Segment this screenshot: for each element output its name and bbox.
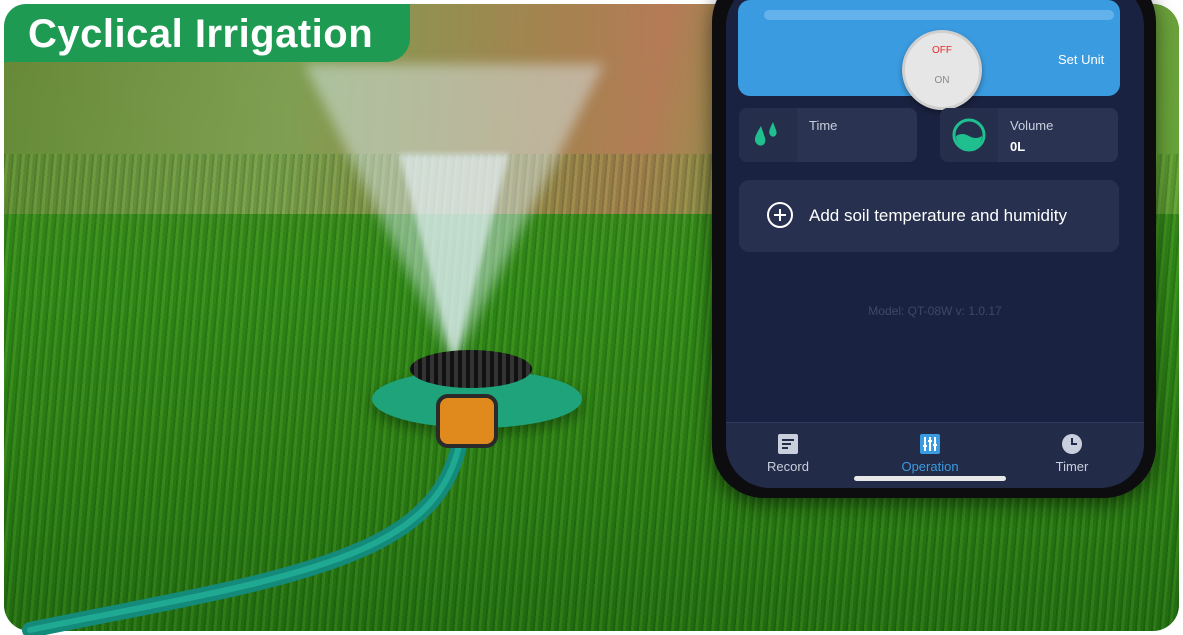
water-drops-icon xyxy=(739,108,797,162)
toggle-off-label: OFF xyxy=(932,45,952,56)
nav-item-timer[interactable]: Timer xyxy=(1022,433,1122,474)
operation-icon xyxy=(919,433,941,455)
nav-operation-label: Operation xyxy=(901,459,959,474)
home-indicator[interactable] xyxy=(854,476,1006,481)
add-sensor-button[interactable]: Add soil temperature and humidity xyxy=(739,180,1119,252)
nav-item-record[interactable]: Record xyxy=(738,433,838,474)
record-icon xyxy=(777,433,799,455)
page-title: Cyclical Irrigation xyxy=(28,12,374,56)
time-stat-card[interactable]: Time xyxy=(739,108,917,162)
nav-timer-label: Timer xyxy=(1055,459,1089,474)
volume-value: 0L xyxy=(1010,139,1026,154)
set-unit-button[interactable]: Set Unit xyxy=(1058,52,1104,67)
control-strip xyxy=(764,10,1114,20)
timer-icon xyxy=(1061,433,1083,455)
title-banner: Cyclical Irrigation xyxy=(4,4,410,62)
valve-control-card: OFF ON Set Unit xyxy=(738,0,1120,110)
water-level-icon xyxy=(940,108,998,162)
toggle-on-label: ON xyxy=(934,75,950,86)
plus-circle-icon xyxy=(767,202,793,228)
model-version-text: Model: QT-08W v: 1.0.17 xyxy=(868,304,1002,318)
time-label: Time xyxy=(809,118,838,133)
nav-item-operation[interactable]: Operation xyxy=(880,433,980,474)
app-screen: OFF ON Set Unit Time Volume 0L Add soil … xyxy=(726,0,1144,488)
power-toggle-button[interactable]: OFF ON xyxy=(902,30,982,110)
sprinkler-head xyxy=(410,350,532,388)
add-sensor-label: Add soil temperature and humidity xyxy=(809,206,1067,225)
nav-record-label: Record xyxy=(767,459,809,474)
hose-connector xyxy=(436,394,498,448)
volume-stat-card[interactable]: Volume 0L xyxy=(940,108,1118,162)
volume-label: Volume xyxy=(1010,118,1054,133)
